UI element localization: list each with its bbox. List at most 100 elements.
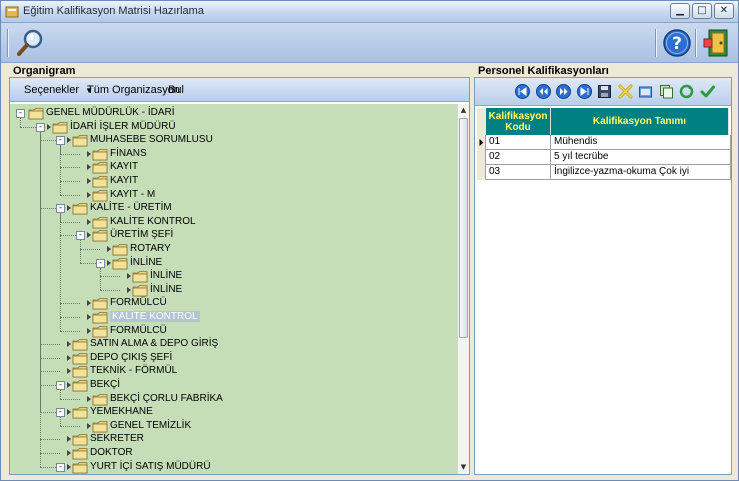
- options-menu[interactable]: Seçenekler ▼: [24, 84, 93, 96]
- maximize-button[interactable]: □: [692, 3, 712, 19]
- minimize-button[interactable]: ▁: [670, 3, 690, 19]
- column-header-name[interactable]: Kalifikasyon Tanımı: [551, 108, 729, 135]
- help-icon[interactable]: ?: [661, 27, 693, 59]
- tree-node[interactable]: - GENEL MÜDÜRLÜK - İDARİ: [10, 106, 457, 120]
- tree-node-label[interactable]: TEKNİK - FÖRMÜL: [90, 365, 177, 376]
- tree-node[interactable]: KAYIT - M: [10, 145, 457, 202]
- tree-node-label[interactable]: YURT İÇİ SATIŞ MÜDÜRÜ: [90, 461, 211, 472]
- tree-node-label[interactable]: KAYIT: [110, 175, 138, 186]
- confirm-icon[interactable]: [700, 84, 715, 99]
- tree-node[interactable]: KALİTE KONTROL: [10, 213, 457, 324]
- tree-node-label[interactable]: KAYIT - M: [110, 189, 155, 200]
- tree-node-label[interactable]: BEKÇİ ÇORLU FABRİKA: [110, 393, 223, 404]
- tree-node[interactable]: KALİTE KONTROL: [10, 213, 457, 229]
- tree-node[interactable]: DEPO ÇIKIŞ ŞEFİ: [10, 131, 457, 365]
- tree-node[interactable]: GENEL TEMİZLİK: [10, 417, 457, 433]
- qualification-name-cell[interactable]: İngilizce-yazma-okuma Çok iyi: [551, 165, 731, 180]
- tree-node-label[interactable]: YEMEKHANE: [90, 406, 153, 417]
- open-icon[interactable]: [638, 84, 653, 99]
- tree-node-label[interactable]: İNLİNE: [150, 284, 182, 295]
- delete-icon[interactable]: [618, 84, 633, 99]
- tree-node[interactable]: İNLİNE: [10, 267, 457, 283]
- qualification-name-cell[interactable]: 5 yıl tecrübe: [551, 150, 731, 165]
- tree-node-label[interactable]: SEKRETER: [90, 433, 144, 444]
- qualification-code-cell[interactable]: 03: [486, 165, 551, 180]
- tree-node[interactable]: - BEKÇİ: [10, 131, 457, 392]
- tree-expander[interactable]: -: [36, 122, 45, 132]
- table-row[interactable]: 03 İngilizce-yazma-okuma Çok iyi: [477, 165, 731, 180]
- tree-node-label[interactable]: FORMÜLCÜ: [110, 297, 167, 308]
- tree-expander[interactable]: -: [76, 231, 85, 241]
- tree-expander[interactable]: -: [16, 109, 25, 118]
- tree-expander[interactable]: -: [56, 136, 65, 146]
- scroll-up-icon[interactable]: ▲: [458, 104, 469, 116]
- qualification-code-cell[interactable]: 02: [486, 150, 551, 165]
- column-header-code[interactable]: Kalifikasyon Kodu: [486, 108, 551, 135]
- save-icon[interactable]: [597, 84, 612, 99]
- tree-node-label[interactable]: İDARİ İŞLER MÜDÜRÜ: [70, 121, 176, 132]
- tree-node[interactable]: SEKRETER: [10, 131, 457, 446]
- tree-node[interactable]: KAYIT: [10, 145, 457, 174]
- tree-node-label[interactable]: KALİTE KONTROL: [110, 216, 196, 227]
- tree-node-label[interactable]: SATIN ALMA & DEPO GİRİŞ: [90, 338, 218, 349]
- tree-node-label[interactable]: KALİTE - ÜRETİM: [90, 202, 172, 213]
- tree-expander[interactable]: -: [56, 462, 65, 472]
- tree-node[interactable]: - YURT İÇİ SATIŞ MÜDÜRÜ: [10, 131, 457, 474]
- copy-icon[interactable]: [659, 84, 674, 99]
- prior-icon[interactable]: [535, 84, 551, 99]
- qualification-name-cell[interactable]: Mühendis: [551, 135, 731, 150]
- next-icon[interactable]: [556, 84, 571, 99]
- tree-node[interactable]: TEKNİK - FÖRMÜL: [10, 131, 457, 378]
- tree-node-label[interactable]: MUHASEBE SORUMLUSU: [90, 134, 213, 145]
- tree-node-label[interactable]: İNLİNE: [130, 257, 162, 268]
- tree-node[interactable]: KAYIT: [10, 145, 457, 188]
- tree-node[interactable]: FİNANS: [10, 145, 457, 161]
- tree-node[interactable]: - MUHASEBE SORUMLUSU: [10, 131, 457, 147]
- tree-node[interactable]: - ÜRETİM ŞEFİ: [10, 213, 457, 242]
- table-row[interactable]: 01 Mühendis: [477, 135, 731, 150]
- tree-expander[interactable]: -: [56, 204, 65, 214]
- tree-node[interactable]: - İNLİNE: [10, 240, 457, 270]
- refresh-icon[interactable]: [679, 84, 694, 99]
- tree-node[interactable]: - İDARİ İŞLER MÜDÜRÜ: [10, 118, 457, 134]
- tree-node-label[interactable]: GENEL MÜDÜRLÜK - İDARİ: [46, 107, 175, 118]
- close-button[interactable]: ✕: [714, 3, 734, 19]
- find-button[interactable]: Bul: [168, 84, 184, 96]
- tree-node-label[interactable]: FİNANS: [110, 148, 147, 159]
- all-organization-button[interactable]: Tüm Organizasyon: [87, 84, 180, 96]
- tree-node[interactable]: FORMÜLCÜ: [10, 213, 457, 338]
- row-indicator[interactable]: [477, 150, 486, 165]
- tree-node-label[interactable]: DEPO ÇIKIŞ ŞEFİ: [90, 352, 172, 363]
- table-row[interactable]: 02 5 yıl tecrübe: [477, 150, 731, 165]
- tree-node-label[interactable]: KAYIT: [110, 161, 138, 172]
- magnifier-icon[interactable]: [15, 27, 47, 59]
- tree-node-label[interactable]: DOKTOR: [90, 447, 133, 458]
- row-indicator[interactable]: [477, 165, 486, 180]
- tree-node-label[interactable]: ÜRETİM ŞEFİ: [110, 229, 173, 240]
- tree-node[interactable]: - KALİTE - ÜRETİM: [10, 131, 457, 215]
- tree-node[interactable]: İNLİNE: [10, 267, 457, 297]
- tree-expander[interactable]: -: [96, 258, 105, 268]
- row-indicator[interactable]: [477, 135, 486, 150]
- last-icon[interactable]: [576, 84, 592, 99]
- first-icon[interactable]: [515, 84, 530, 99]
- tree-expander[interactable]: -: [56, 381, 65, 390]
- tree-node[interactable]: ROTARY: [10, 240, 457, 256]
- tree-node[interactable]: - YEMEKHANE: [10, 131, 457, 419]
- tree-vertical-scrollbar[interactable]: ▲ ▼: [457, 104, 469, 474]
- tree-node-label[interactable]: ROTARY: [130, 243, 171, 254]
- tree-node[interactable]: DOKTOR: [10, 131, 457, 460]
- tree-expander[interactable]: -: [56, 408, 65, 418]
- qualification-code-cell[interactable]: 01: [486, 135, 551, 150]
- scroll-down-icon[interactable]: ▼: [458, 461, 469, 473]
- tree-node-label[interactable]: KALİTE KONTROL: [110, 311, 200, 322]
- tree-node[interactable]: SATIN ALMA & DEPO GİRİŞ: [10, 131, 457, 351]
- tree-node-label[interactable]: GENEL TEMİZLİK: [110, 420, 191, 431]
- tree-node[interactable]: BEKÇİ ÇORLU FABRİKA: [10, 390, 457, 406]
- tree-node[interactable]: FORMÜLCÜ: [10, 213, 457, 310]
- tree-node-label[interactable]: İNLİNE: [150, 270, 182, 281]
- tree-node-label[interactable]: BEKÇİ: [90, 379, 120, 390]
- tree-node-label[interactable]: FORMÜLCÜ: [110, 325, 167, 336]
- scroll-thumb[interactable]: [459, 118, 468, 338]
- exit-door-icon[interactable]: [701, 27, 733, 59]
